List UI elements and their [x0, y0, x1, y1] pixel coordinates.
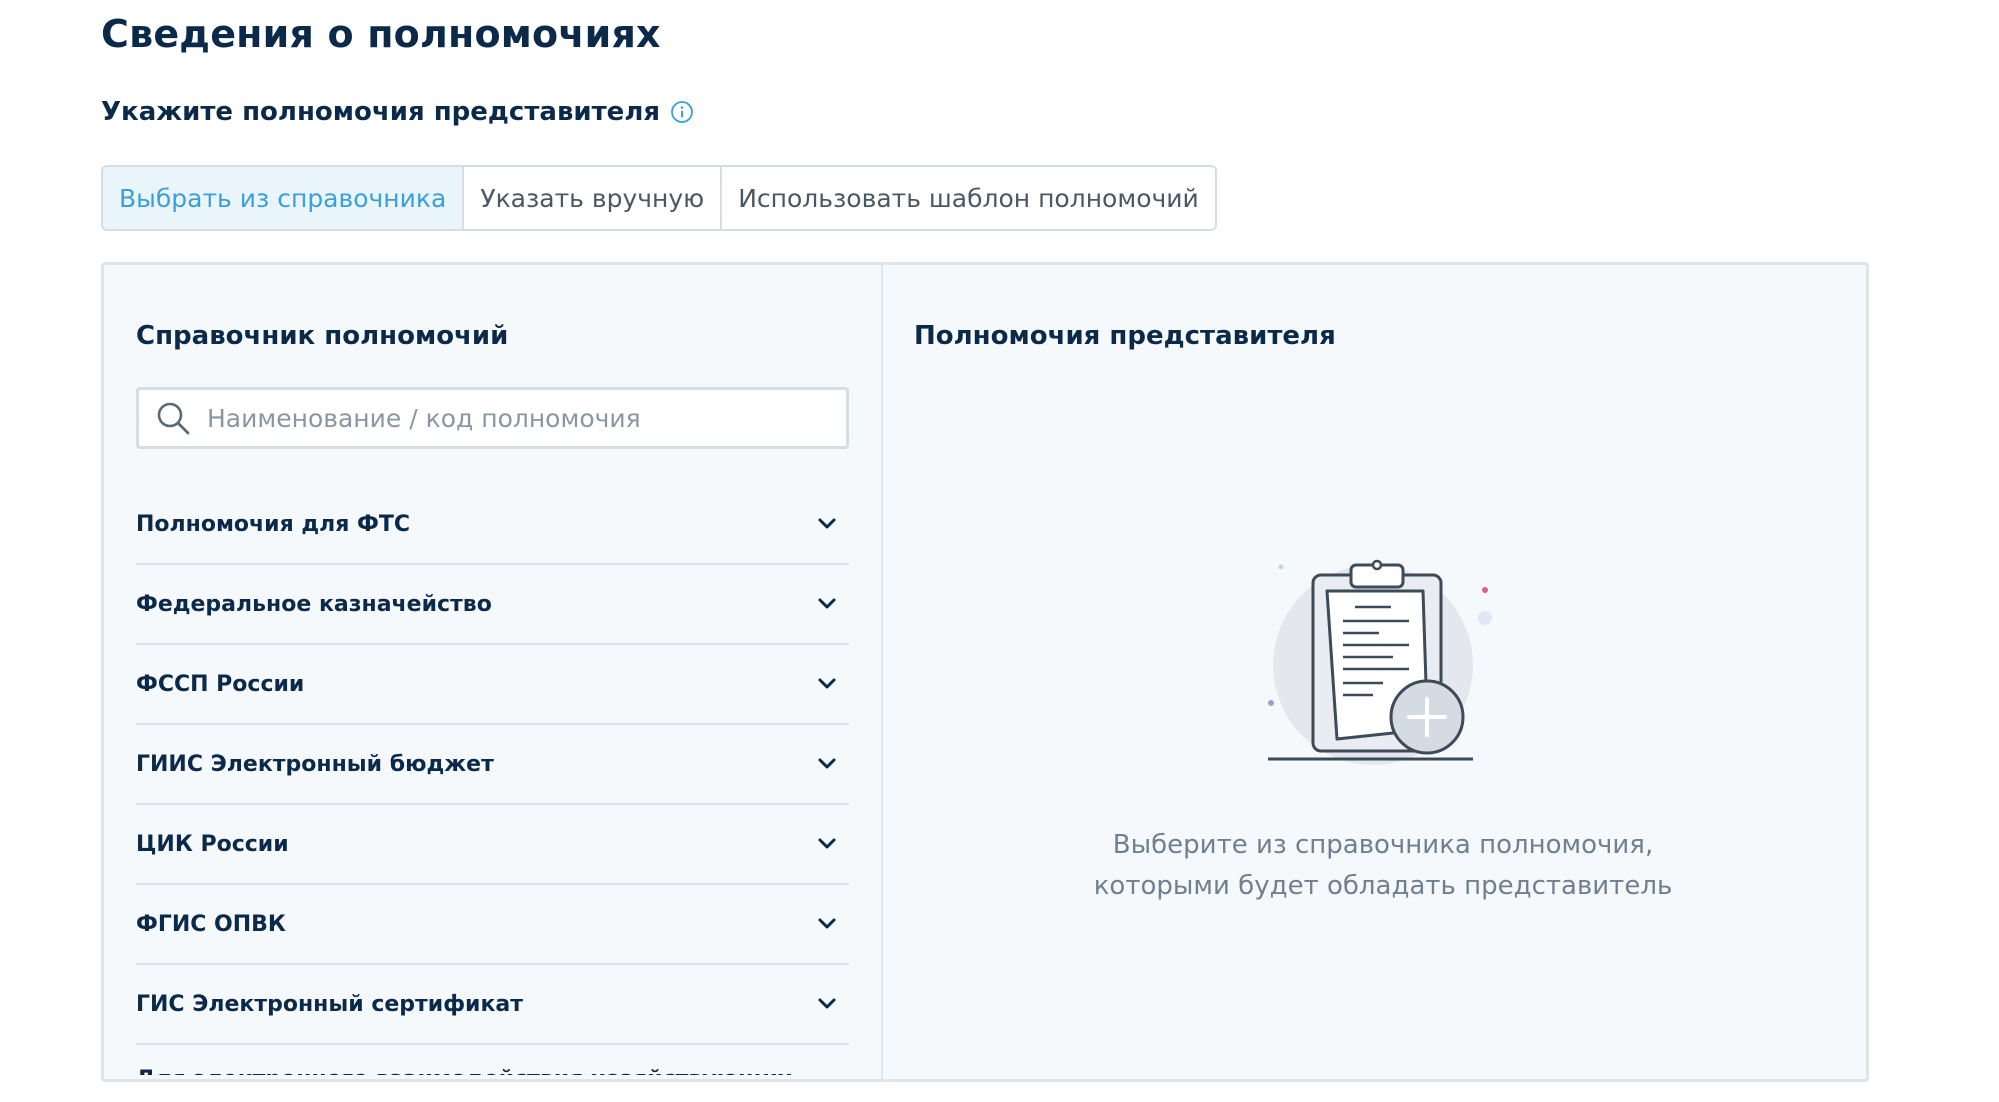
chevron-down-icon	[818, 678, 836, 689]
directory-list: Полномочия для ФТС Федеральное казначейс…	[136, 485, 849, 1075]
directory-column: Справочник полномочий Полномочия для ФТС…	[104, 265, 883, 1079]
chevron-down-icon	[818, 758, 836, 769]
chevron-down-icon	[818, 518, 836, 529]
info-icon[interactable]	[670, 100, 694, 124]
tab-choose-from-directory[interactable]: Выбрать из справочника	[103, 167, 465, 229]
section-subtitle: Укажите полномочия представителя	[101, 97, 694, 127]
directory-title: Справочник полномочий	[136, 321, 509, 351]
chevron-down-icon	[818, 918, 836, 929]
subtitle-text: Укажите полномочия представителя	[101, 97, 661, 127]
list-item-label: ГИИС Электронный бюджет	[136, 751, 494, 777]
tab-specify-manually[interactable]: Указать вручную	[464, 167, 723, 229]
mode-tabs: Выбрать из справочника Указать вручную И…	[101, 165, 1217, 231]
list-item[interactable]: ФССП России	[136, 645, 849, 725]
chevron-down-icon	[818, 598, 836, 609]
chevron-down-icon	[818, 838, 836, 849]
list-item[interactable]: ГИИС Электронный бюджет	[136, 725, 849, 805]
list-item-label: ФССП России	[136, 671, 305, 697]
list-item-label: ФГИС ОПВК	[136, 911, 286, 937]
list-item-label: Полномочия для ФТС	[136, 511, 410, 537]
chevron-down-icon	[818, 998, 836, 1009]
empty-state-line-2: которыми будет обладать представитель	[1093, 871, 1673, 901]
empty-state-text: Выберите из справочника полномочия, кото…	[1083, 825, 1683, 907]
list-item[interactable]: Федеральное казначейство	[136, 565, 849, 645]
representative-title: Полномочия представителя	[914, 321, 1336, 351]
list-item[interactable]: ЦИК России	[136, 805, 849, 885]
search-input[interactable]	[207, 403, 827, 433]
empty-state-line-1: Выберите из справочника полномочия,	[1112, 830, 1654, 860]
list-item-label: ГИС Электронный сертификат	[136, 991, 523, 1017]
list-item-partial[interactable]: Для электронного взаимодействия хозяйств…	[136, 1045, 849, 1075]
tab-use-template[interactable]: Использовать шаблон полномочий	[722, 167, 1215, 229]
directory-search	[136, 387, 849, 449]
list-item[interactable]: Полномочия для ФТС	[136, 485, 849, 565]
list-item[interactable]: ГИС Электронный сертификат	[136, 965, 849, 1045]
search-icon	[157, 402, 190, 435]
list-item[interactable]: ФГИС ОПВК	[136, 885, 849, 965]
page-title: Сведения о полномочиях	[101, 12, 661, 56]
list-item-label: Федеральное казначейство	[136, 591, 492, 617]
list-item-label: Для электронного взаимодействия хозяйств…	[136, 1067, 792, 1075]
list-item-label: ЦИК России	[136, 831, 289, 857]
powers-panel: Справочник полномочий Полномочия для ФТС…	[101, 262, 1869, 1082]
clipboard-add-icon	[1268, 559, 1492, 765]
representative-column: Полномочия представителя Выберите из спр…	[883, 265, 1866, 1079]
